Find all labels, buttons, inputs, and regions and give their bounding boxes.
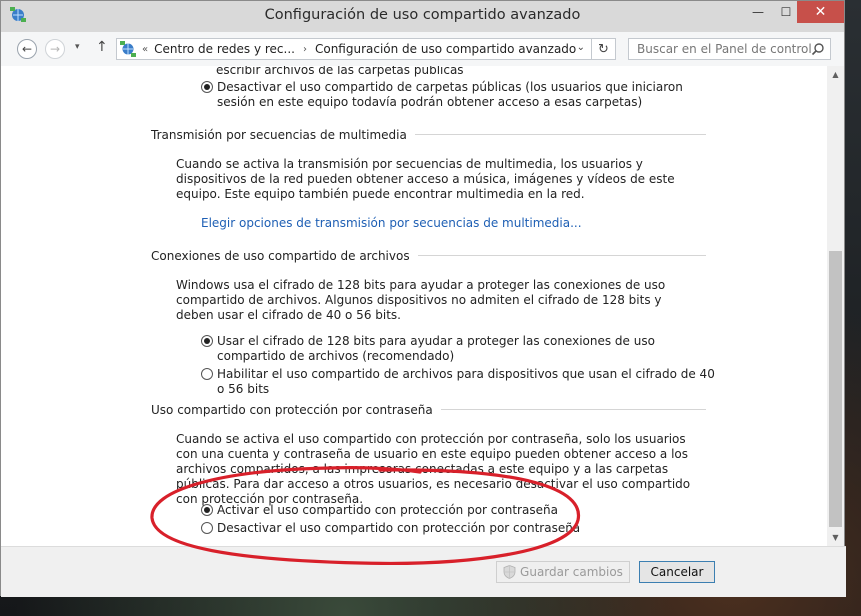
radio-button[interactable] [201,81,213,93]
radio-button[interactable] [201,504,213,516]
search-icon[interactable] [811,42,825,56]
breadcrumb-separator-icon[interactable]: › [303,44,307,55]
radio-button[interactable] [201,368,213,380]
settings-content: escribir archivos de las carpetas públic… [1,66,827,546]
breadcrumb-advanced-sharing[interactable]: Configuración de uso compartido avanzado [315,42,576,56]
media-streaming-options-link[interactable]: Elegir opciones de transmisión por secue… [201,216,582,230]
control-panel-window: Configuración de uso compartido avanzado… [0,0,846,597]
scroll-up-icon[interactable]: ▲ [827,66,844,83]
uac-shield-icon [503,565,516,579]
radio-40-56-bit-encryption[interactable]: Habilitar el uso compartido de archivos … [201,367,721,397]
radio-password-sharing-on[interactable]: Activar el uso compartido con protección… [201,503,701,518]
breadcrumb-network-center[interactable]: Centro de redes y rec... [154,42,295,56]
close-button[interactable]: ✕ [797,1,844,23]
media-streaming-title: Transmisión por secuencias de multimedia [151,128,415,142]
radio-128-bit-encryption[interactable]: Usar el cifrado de 128 bits para ayudar … [201,334,701,364]
footer-bar: Guardar cambios Cancelar [1,546,846,597]
up-button[interactable]: ↑ [96,39,108,55]
radio-password-sharing-off[interactable]: Desactivar el uso compartido con protecc… [201,521,701,536]
scrollbar-thumb[interactable] [829,251,842,527]
refresh-button[interactable]: ↻ [591,39,615,59]
password-sharing-description: Cuando se activa el uso compartido con p… [176,432,691,506]
radio-button[interactable] [201,335,213,347]
radio-button[interactable] [201,522,213,534]
forward-button[interactable]: → [45,39,65,59]
search-input[interactable]: Buscar en el Panel de control [628,38,831,60]
file-sharing-title: Conexiones de uso compartido de archivos [151,249,418,263]
public-folders-cut-text: escribir archivos de las carpetas públic… [216,66,464,77]
recent-locations-dropdown[interactable]: ▾ [75,42,80,52]
address-bar[interactable]: « Centro de redes y rec... › Configuraci… [116,38,616,60]
address-dropdown-icon[interactable]: ⌄ [577,42,585,53]
navigation-bar: ← → ▾ ↑ « Centro de redes y rec... › Con… [1,32,844,66]
cancel-button[interactable]: Cancelar [639,561,715,583]
vertical-scrollbar[interactable]: ▲ ▼ [827,66,844,546]
radio-disable-public-folders[interactable]: Desactivar el uso compartido de carpetas… [201,80,701,110]
window-title: Configuración de uso compartido avanzado [264,7,581,23]
save-changes-label: Guardar cambios [520,565,623,579]
back-button[interactable]: ← [17,39,37,59]
file-sharing-description: Windows usa el cifrado de 128 bits para … [176,278,666,322]
media-streaming-description: Cuando se activa la transmisión por secu… [176,157,675,201]
search-placeholder: Buscar en el Panel de control [637,42,812,56]
title-bar: Configuración de uso compartido avanzado… [1,1,844,31]
minimize-button[interactable]: — [743,1,773,23]
breadcrumb-overflow-icon[interactable]: « [142,44,148,55]
save-changes-button[interactable]: Guardar cambios [496,561,630,583]
password-sharing-title: Uso compartido con protección por contra… [151,403,441,417]
scroll-down-icon[interactable]: ▼ [827,529,844,546]
network-icon [120,41,136,57]
